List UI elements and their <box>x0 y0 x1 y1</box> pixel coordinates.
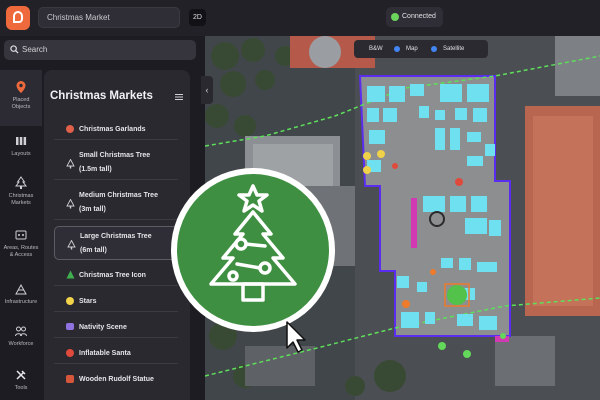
connection-status: Connected <box>386 7 443 27</box>
item-label: Stars <box>79 298 97 305</box>
status-dot-icon <box>391 13 399 21</box>
list-item-christmas-garlands[interactable]: Christmas Garlands <box>54 120 178 140</box>
bw-option[interactable]: B&W <box>369 40 383 58</box>
reindeer-icon <box>66 375 74 383</box>
google-icon <box>431 46 437 52</box>
tree-green-icon <box>66 270 75 279</box>
list-item-stars[interactable]: Stars <box>54 292 178 312</box>
item-sublabel: (6m tall) <box>80 247 107 254</box>
rail-item-workforce[interactable]: Workforce <box>0 324 42 348</box>
logo-icon <box>13 11 23 23</box>
rail-item-areas-routes[interactable]: Areas, Routes & Access <box>0 228 42 259</box>
item-label: Wooden Rudolf Statue <box>79 376 154 383</box>
rail-item-layouts[interactable]: Layouts <box>0 134 42 158</box>
item-sublabel: (1.5m tall) <box>79 166 112 173</box>
google-icon <box>394 46 400 52</box>
tree-outline-icon <box>66 159 75 169</box>
mouse-cursor-icon <box>286 321 306 353</box>
rail-label: Markets <box>11 200 31 206</box>
tree-outline-icon <box>67 240 76 250</box>
list-view-icon[interactable] <box>175 94 183 100</box>
rail-label: Workforce <box>8 341 34 347</box>
list-item-small-tree[interactable]: Small Christmas Tree (1.5m tall) <box>54 146 178 180</box>
garland-icon <box>66 125 74 133</box>
list-item-nativity-scene[interactable]: Nativity Scene <box>54 318 178 338</box>
item-label: Nativity Scene <box>79 324 127 331</box>
rail-item-placed-objects[interactable]: Placed Objects <box>0 70 42 126</box>
rail-label: Christmas <box>8 193 34 199</box>
layouts-icon <box>16 137 27 145</box>
rail-item-christmas-markets[interactable]: Christmas Markets <box>0 176 42 207</box>
rail-label: & Access <box>9 252 33 258</box>
workforce-icon <box>15 326 27 337</box>
panel-title: Christmas Markets <box>50 90 153 102</box>
nativity-icon <box>66 323 74 330</box>
search-placeholder: Search <box>22 45 48 54</box>
rail-item-tools[interactable]: Tools <box>0 368 42 392</box>
rail-label: Placed <box>12 97 30 103</box>
map-style-toggle: B&W Map Satellite <box>354 40 488 58</box>
top-bar: Christmas Market 2D Connected <box>0 0 600 36</box>
item-label: Inflatable Santa <box>79 350 131 357</box>
item-sublabel: (3m tall) <box>79 206 106 213</box>
list-item-medium-tree[interactable]: Medium Christmas Tree (3m tall) <box>54 186 178 220</box>
item-label: Medium Christmas Tree <box>79 192 158 199</box>
list-item-christmas-tree-icon[interactable]: Christmas Tree Icon <box>54 266 178 286</box>
rail-label: Infrastructure <box>4 299 38 305</box>
pin-icon <box>16 81 26 93</box>
satellite-option[interactable]: Satellite <box>443 40 464 58</box>
search-input[interactable]: Search <box>4 40 196 60</box>
connection-status-label: Connected <box>402 13 436 20</box>
tree-outline-icon <box>66 199 75 209</box>
list-item-large-tree[interactable]: Large Christmas Tree (6m tall) <box>54 226 178 260</box>
app-logo[interactable] <box>6 6 30 30</box>
rail-label: Areas, Routes <box>3 245 39 251</box>
map-option[interactable]: Map <box>406 40 418 58</box>
item-label: Christmas Tree Icon <box>79 272 146 279</box>
item-label: Christmas Garlands <box>79 126 146 133</box>
tools-icon <box>16 370 26 380</box>
search-icon <box>10 45 19 54</box>
project-name-input[interactable]: Christmas Market <box>38 7 180 28</box>
list-item-inflatable-santa[interactable]: Inflatable Santa <box>54 344 178 364</box>
view-mode-toggle[interactable]: 2D <box>189 9 206 26</box>
rail-item-infrastructure[interactable]: Infrastructure <box>0 282 42 306</box>
item-label: Small Christmas Tree <box>79 152 151 159</box>
infrastructure-icon <box>15 283 27 295</box>
christmas-tree-badge-icon <box>171 168 335 332</box>
list-item-rudolf-statue[interactable]: Wooden Rudolf Statue <box>54 370 178 390</box>
item-label: Large Christmas Tree <box>80 233 152 240</box>
rail-label: Layouts <box>11 151 31 157</box>
routes-icon <box>15 230 27 240</box>
star-icon <box>66 297 74 305</box>
santa-icon <box>66 349 74 357</box>
rail-label: Objects <box>11 104 31 110</box>
tree-icon <box>15 176 27 189</box>
search-row: Search <box>0 36 205 66</box>
rail-label: Tools <box>14 385 28 391</box>
collapse-panel-button[interactable]: ‹ <box>201 76 213 104</box>
left-rail: Placed Objects Layouts Christmas Markets… <box>0 66 42 400</box>
